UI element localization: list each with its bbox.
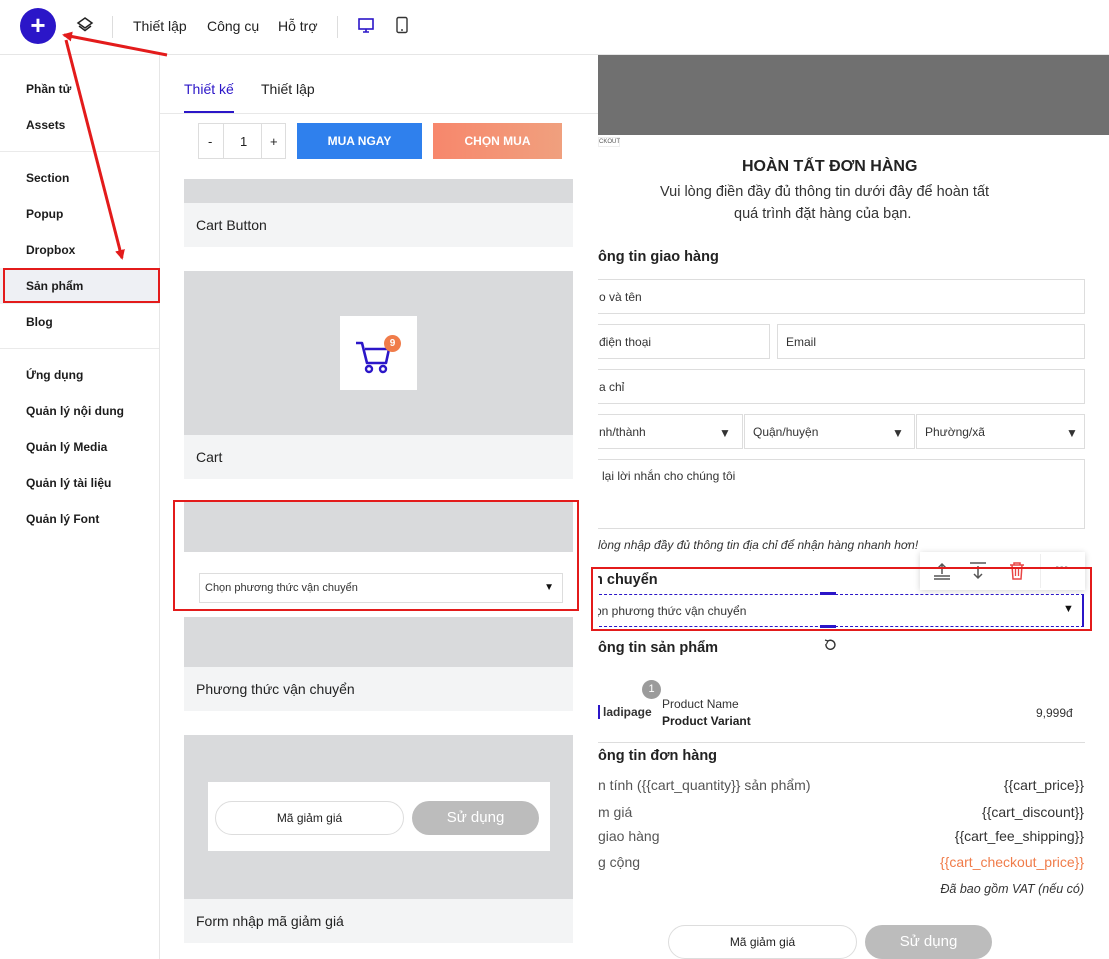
card-shipping-preview-bottom[interactable]: [184, 617, 573, 667]
qty-value[interactable]: 1: [240, 134, 247, 149]
buy-now-button[interactable]: MUA NGAY: [297, 123, 422, 159]
message-field[interactable]: lại lời nhắn cho chúng tôi: [598, 459, 1085, 529]
sidebar-item-content-manager[interactable]: Quản lý nội dung: [26, 404, 124, 418]
sidebar-item-document-manager[interactable]: Quản lý tài liệu: [26, 476, 111, 490]
desktop-view-icon[interactable]: [357, 16, 375, 34]
discount-value: {{cart_discount}}: [982, 804, 1084, 820]
menu-settings[interactable]: Thiết lập: [133, 18, 187, 34]
email-field[interactable]: Email: [777, 324, 1085, 359]
annotation-box-products: [3, 268, 160, 303]
total-value: {{cart_checkout_price}}: [940, 854, 1084, 870]
divider: [337, 16, 338, 38]
mobile-view-icon[interactable]: [394, 16, 410, 34]
divider: [0, 151, 159, 152]
district-select[interactable]: Quận/huyện ▼: [744, 414, 915, 449]
shipping-fee-label: giao hàng: [598, 828, 660, 844]
top-toolbar: + Thiết lập Công cụ Hỗ trợ: [0, 0, 1109, 55]
card-cart-label[interactable]: Cart: [184, 435, 573, 479]
add-element-button[interactable]: +: [20, 8, 56, 44]
logo-mark: [598, 705, 600, 719]
rotate-icon[interactable]: [821, 636, 839, 654]
cart-badge: 9: [384, 335, 401, 352]
coupon-apply-button[interactable]: Sử dụng: [412, 801, 539, 835]
address-field[interactable]: a chỉ: [598, 369, 1085, 404]
divider: [598, 742, 1085, 743]
quantity-stepper[interactable]: - 1 +: [198, 123, 286, 159]
phone-field[interactable]: điện thoại: [598, 324, 770, 359]
ward-select[interactable]: Phường/xã ▼: [916, 414, 1085, 449]
product-logo: ladipage: [603, 705, 652, 719]
card-shipping-label[interactable]: Phương thức vận chuyển: [184, 667, 573, 711]
menu-tools[interactable]: Công cụ: [207, 18, 259, 34]
canvas-top-section: [598, 55, 1109, 135]
city-select[interactable]: nh/thành ▼: [598, 414, 743, 449]
editor-canvas[interactable]: CKOUT HOÀN TẤT ĐƠN HÀNG Vui lòng điền đầ…: [598, 55, 1109, 959]
coupon-widget: Mã giảm giá Sử dụng: [208, 782, 550, 851]
product-price: 9,999đ: [1036, 706, 1073, 720]
card-cart-button-label[interactable]: Cart Button: [184, 203, 573, 247]
vat-note: Đã bao gồm VAT (nếu có): [940, 882, 1084, 896]
tab-active-underline: [184, 111, 234, 113]
product-name: Product Name: [662, 697, 739, 711]
sidebar-item-apps[interactable]: Ứng dụng: [26, 368, 83, 382]
layers-icon[interactable]: [76, 16, 94, 34]
card-cart-button-preview[interactable]: [184, 179, 573, 203]
address-hint: lòng nhập đầy đủ thông tin địa chỉ để nh…: [598, 538, 919, 552]
checkout-title: HOÀN TẤT ĐƠN HÀNG: [742, 158, 918, 175]
canvas-coupon-apply-button[interactable]: Sử dụng: [865, 925, 992, 959]
total-label: g cộng: [598, 854, 641, 870]
canvas-coupon-input[interactable]: Mã giảm giá: [668, 925, 857, 959]
card-cart-preview[interactable]: 9: [184, 271, 573, 435]
annotation-box-shipping-card: [173, 500, 579, 611]
qty-plus[interactable]: +: [270, 134, 278, 149]
choose-buy-button[interactable]: CHỌN MUA: [433, 123, 562, 159]
tabs-border: [160, 113, 598, 114]
tab-design[interactable]: Thiết kế: [184, 81, 234, 97]
card-coupon-preview[interactable]: Mã giảm giá Sử dụng: [184, 735, 573, 899]
menu-support[interactable]: Hỗ trợ: [278, 18, 318, 34]
subtotal-value: {{cart_price}}: [1003, 777, 1084, 793]
shipping-fee-value: {{cart_fee_shipping}}: [954, 828, 1084, 844]
product-variant: Product Variant: [662, 714, 751, 728]
caret-down-icon: ▼: [1066, 426, 1078, 440]
card-coupon-label[interactable]: Form nhập mã giảm giá: [184, 899, 573, 943]
divider: [112, 16, 113, 38]
sidebar-item-media-manager[interactable]: Quản lý Media: [26, 440, 107, 454]
qty-minus[interactable]: -: [208, 134, 212, 149]
sidebar-item-font-manager[interactable]: Quản lý Font: [26, 512, 99, 526]
caret-down-icon: ▼: [892, 426, 904, 440]
tab-settings[interactable]: Thiết lập: [261, 81, 315, 97]
divider: [0, 348, 159, 349]
order-info-heading: ông tin đơn hàng: [598, 748, 718, 764]
sidebar-item-section[interactable]: Section: [26, 171, 69, 185]
subtotal-label: n tính ({{cart_quantity}} sản phẩm): [598, 777, 811, 793]
sidebar-item-assets[interactable]: Assets: [26, 118, 65, 132]
product-qty-badge: 1: [642, 680, 661, 699]
shipping-info-heading: ông tin giao hàng: [598, 249, 719, 265]
annotation-box-canvas-shipping: [591, 567, 1092, 631]
full-name-field[interactable]: o và tên: [598, 279, 1085, 314]
sidebar-item-popup[interactable]: Popup: [26, 207, 63, 221]
discount-label: m giá: [598, 804, 633, 820]
checkout-subtitle-2: quá trình đặt hàng của bạn.: [734, 206, 912, 222]
coupon-input[interactable]: Mã giảm giá: [215, 801, 404, 835]
cart-widget: 9: [340, 316, 417, 390]
sidebar-item-dropbox[interactable]: Dropbox: [26, 243, 75, 257]
sidebar-item-elements[interactable]: Phần tử: [26, 82, 71, 96]
left-sidebar: Phần tử Assets Section Popup Dropbox Sản…: [0, 55, 160, 959]
checkout-subtitle-1: Vui lòng điền đầy đủ thông tin dưới đây …: [660, 184, 990, 200]
sidebar-item-blog[interactable]: Blog: [26, 315, 53, 329]
section-tag: CKOUT: [598, 137, 620, 147]
caret-down-icon: ▼: [719, 426, 731, 440]
product-info-heading: ông tin sản phẩm: [598, 640, 719, 656]
